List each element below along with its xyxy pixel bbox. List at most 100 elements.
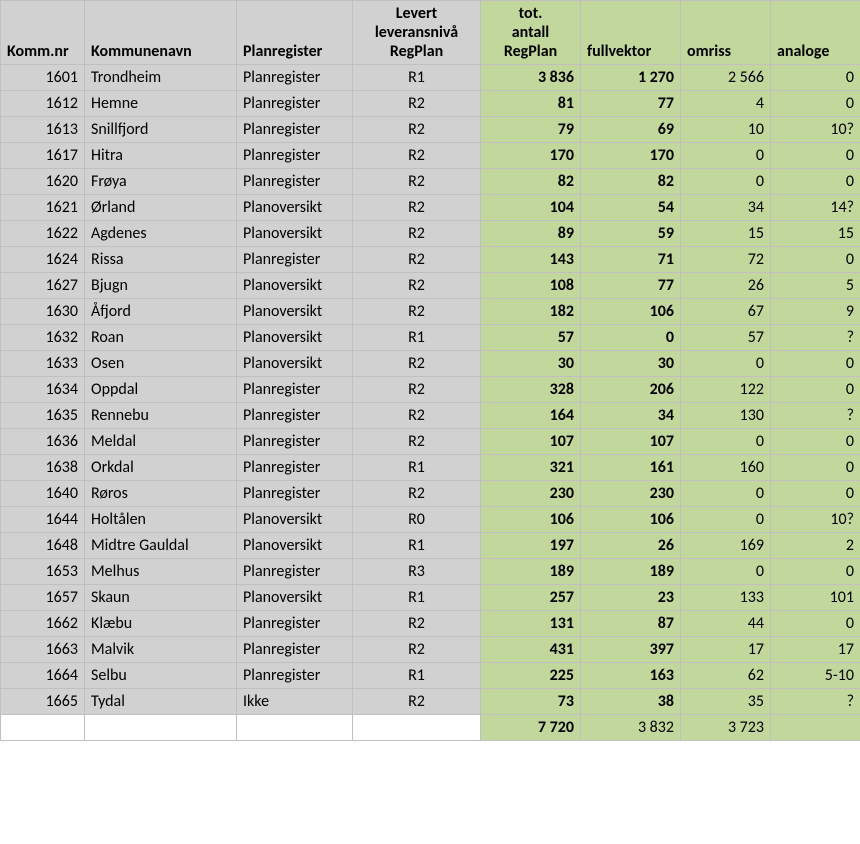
cell-lev: R2	[353, 195, 481, 221]
header-omriss: omriss	[681, 1, 771, 65]
table-row: 1632RoanPlanoversiktR157057?	[1, 325, 860, 351]
cell-komm: 1633	[1, 351, 85, 377]
cell-tot: 30	[481, 351, 581, 377]
cell-planreg: Planregister	[237, 481, 353, 507]
table-row: 1617HitraPlanregisterR217017000	[1, 143, 860, 169]
cell-tot: 189	[481, 559, 581, 585]
cell-planreg: Planregister	[237, 559, 353, 585]
header-tot: tot. antall RegPlan	[481, 1, 581, 65]
cell-komm: 1634	[1, 377, 85, 403]
cell-lev: R2	[353, 689, 481, 715]
cell-planreg: Planregister	[237, 429, 353, 455]
cell-planreg: Planregister	[237, 169, 353, 195]
cell-navn: Klæbu	[85, 611, 237, 637]
table-body: 1601TrondheimPlanregisterR13 8361 2702 5…	[1, 65, 860, 741]
cell-analoge: 10?	[771, 117, 860, 143]
cell-fullv: 397	[581, 637, 681, 663]
cell-fullv: 206	[581, 377, 681, 403]
cell-komm: 1624	[1, 247, 85, 273]
cell-omriss: 0	[681, 143, 771, 169]
cell-planreg: Planregister	[237, 143, 353, 169]
cell-lev: R2	[353, 481, 481, 507]
cell-fullv: 77	[581, 91, 681, 117]
header-navn: Kommunenavn	[85, 1, 237, 65]
cell-komm: 1630	[1, 299, 85, 325]
total-omriss: 3 723	[681, 715, 771, 741]
cell-planreg: Planregister	[237, 637, 353, 663]
cell-planreg: Planoversikt	[237, 585, 353, 611]
cell-planreg: Planregister	[237, 247, 353, 273]
cell-planreg: Planregister	[237, 377, 353, 403]
cell-omriss: 72	[681, 247, 771, 273]
cell-navn: Selbu	[85, 663, 237, 689]
cell-komm: 1663	[1, 637, 85, 663]
cell-lev: R2	[353, 273, 481, 299]
cell-omriss: 169	[681, 533, 771, 559]
cell-navn: Rennebu	[85, 403, 237, 429]
table-row: 1657SkaunPlanoversiktR125723133101	[1, 585, 860, 611]
cell-komm: 1636	[1, 429, 85, 455]
table-row: 1612HemnePlanregisterR2817740	[1, 91, 860, 117]
cell-fullv: 69	[581, 117, 681, 143]
cell-komm: 1653	[1, 559, 85, 585]
cell-planreg: Planregister	[237, 455, 353, 481]
totals-row: 7 7203 8323 723	[1, 715, 860, 741]
cell-omriss: 0	[681, 507, 771, 533]
table-row: 1664SelbuPlanregisterR1225163625-10	[1, 663, 860, 689]
cell-komm: 1612	[1, 91, 85, 117]
cell-komm: 1638	[1, 455, 85, 481]
table-row: 1644HoltålenPlanoversiktR0106106010?	[1, 507, 860, 533]
cell-analoge: 0	[771, 559, 860, 585]
cell-analoge: ?	[771, 325, 860, 351]
cell-blank	[1, 715, 85, 741]
cell-fullv: 107	[581, 429, 681, 455]
cell-komm: 1632	[1, 325, 85, 351]
cell-fullv: 82	[581, 169, 681, 195]
table-row: 1662KlæbuPlanregisterR213187440	[1, 611, 860, 637]
cell-analoge: ?	[771, 403, 860, 429]
cell-omriss: 34	[681, 195, 771, 221]
cell-analoge: 0	[771, 247, 860, 273]
table-row: 1613SnillfjordPlanregisterR279691010?	[1, 117, 860, 143]
cell-fullv: 38	[581, 689, 681, 715]
cell-planreg: Planregister	[237, 663, 353, 689]
cell-lev: R3	[353, 559, 481, 585]
cell-analoge: 0	[771, 455, 860, 481]
cell-komm: 1640	[1, 481, 85, 507]
cell-navn: Hemne	[85, 91, 237, 117]
cell-tot: 143	[481, 247, 581, 273]
cell-navn: Ørland	[85, 195, 237, 221]
table-row: 1622AgdenesPlanoversiktR289591515	[1, 221, 860, 247]
cell-fullv: 59	[581, 221, 681, 247]
cell-navn: Bjugn	[85, 273, 237, 299]
cell-komm: 1621	[1, 195, 85, 221]
cell-omriss: 122	[681, 377, 771, 403]
header-analoge: analoge	[771, 1, 860, 65]
cell-blank	[237, 715, 353, 741]
cell-tot: 89	[481, 221, 581, 247]
cell-omriss: 133	[681, 585, 771, 611]
cell-lev: R2	[353, 403, 481, 429]
cell-tot: 225	[481, 663, 581, 689]
cell-analoge: 10?	[771, 507, 860, 533]
cell-komm: 1613	[1, 117, 85, 143]
cell-analoge: 0	[771, 91, 860, 117]
cell-navn: Tydal	[85, 689, 237, 715]
cell-omriss: 57	[681, 325, 771, 351]
cell-omriss: 67	[681, 299, 771, 325]
cell-lev: R1	[353, 533, 481, 559]
cell-tot: 164	[481, 403, 581, 429]
cell-tot: 73	[481, 689, 581, 715]
cell-navn: Skaun	[85, 585, 237, 611]
cell-tot: 107	[481, 429, 581, 455]
cell-analoge: 0	[771, 611, 860, 637]
cell-fullv: 71	[581, 247, 681, 273]
cell-navn: Røros	[85, 481, 237, 507]
cell-analoge: 0	[771, 481, 860, 507]
cell-lev: R2	[353, 429, 481, 455]
cell-navn: Osen	[85, 351, 237, 377]
cell-planreg: Planoversikt	[237, 273, 353, 299]
header-row: Komm.nr Kommunenavn Planregister Levert …	[1, 1, 860, 65]
cell-fullv: 106	[581, 507, 681, 533]
cell-komm: 1601	[1, 65, 85, 91]
